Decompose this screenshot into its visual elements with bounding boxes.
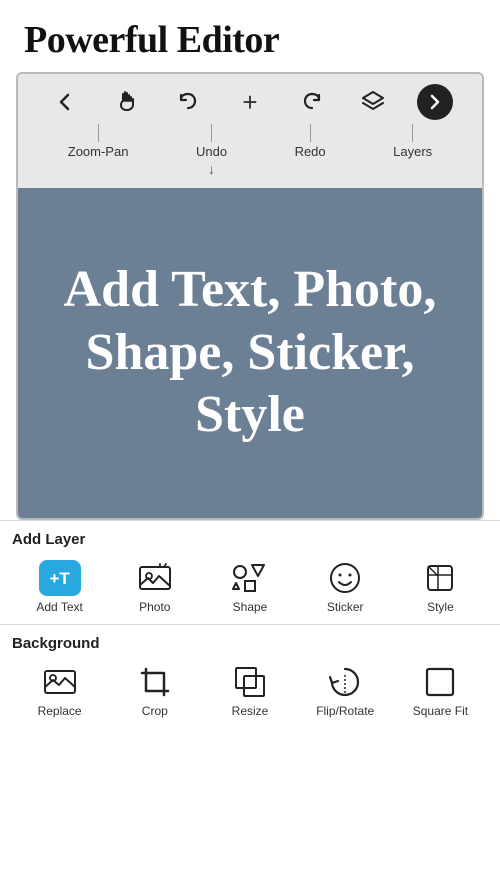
pan-icon[interactable] xyxy=(109,84,145,120)
square-fit-item[interactable]: Square Fit xyxy=(393,660,488,724)
resize-icon xyxy=(229,664,271,700)
shape-item[interactable]: Shape xyxy=(202,556,297,620)
add-text-item[interactable]: +T Add Text xyxy=(12,556,107,620)
style-item[interactable]: Style xyxy=(393,556,488,620)
square-fit-icon xyxy=(419,664,461,700)
crop-icon xyxy=(134,664,176,700)
sticker-item[interactable]: Sticker xyxy=(298,556,393,620)
resize-label: Resize xyxy=(232,704,269,718)
sticker-label: Sticker xyxy=(327,600,364,614)
flip-rotate-icon xyxy=(324,664,366,700)
back-icon[interactable] xyxy=(47,84,83,120)
next-button[interactable] xyxy=(417,84,453,120)
background-label: Background xyxy=(12,635,488,652)
crop-item[interactable]: Crop xyxy=(107,660,202,724)
layers-label-group: Layers xyxy=(393,124,432,159)
replace-label: Replace xyxy=(38,704,82,718)
photo-icon xyxy=(134,560,176,596)
style-icon xyxy=(419,560,461,596)
toolbar-labels: Zoom-Pan Undo ↓ Redo Layers xyxy=(18,124,482,184)
undo-label-group: Undo ↓ xyxy=(196,124,227,177)
background-section: Background Replace Crop R xyxy=(0,624,500,728)
photo-item[interactable]: Photo xyxy=(107,556,202,620)
replace-icon xyxy=(39,664,81,700)
resize-item[interactable]: Resize xyxy=(202,660,297,724)
undo-label: Undo xyxy=(196,144,227,159)
undo-arrow: ↓ xyxy=(208,161,215,177)
flip-rotate-item[interactable]: Flip/Rotate xyxy=(298,660,393,724)
redo-label: Redo xyxy=(295,144,326,159)
toolbar-icons: + xyxy=(18,80,482,124)
add-layer-label: Add Layer xyxy=(12,531,488,548)
bottom-panels: Add Layer +T Add Text Photo xyxy=(0,520,500,728)
toolbar: + Zoom-Pan Undo xyxy=(18,74,482,188)
redo-label-group: Redo xyxy=(295,124,326,159)
square-fit-label: Square Fit xyxy=(413,704,468,718)
style-label: Style xyxy=(427,600,454,614)
editor-container: + Zoom-Pan Undo xyxy=(16,72,484,520)
add-icon[interactable]: + xyxy=(232,84,268,120)
page-title: Powerful Editor xyxy=(0,0,500,72)
photo-label: Photo xyxy=(139,600,170,614)
zoom-pan-label-group: Zoom-Pan xyxy=(68,124,129,159)
zoom-pan-label: Zoom-Pan xyxy=(68,144,129,159)
layers-label: Layers xyxy=(393,144,432,159)
add-text-icon: +T xyxy=(39,560,81,596)
redo-icon[interactable] xyxy=(294,84,330,120)
canvas-text: Add Text, Photo, Shape, Sticker, Style xyxy=(18,249,482,456)
replace-item[interactable]: Replace xyxy=(12,660,107,724)
canvas-area: Add Text, Photo, Shape, Sticker, Style xyxy=(18,188,482,518)
shape-icon xyxy=(229,560,271,596)
undo-icon[interactable] xyxy=(170,84,206,120)
shape-label: Shape xyxy=(233,600,268,614)
add-layer-section: Add Layer +T Add Text Photo xyxy=(0,520,500,624)
layers-icon[interactable] xyxy=(355,84,391,120)
add-layer-items: +T Add Text Photo Shape xyxy=(12,556,488,620)
crop-label: Crop xyxy=(142,704,168,718)
add-text-label: Add Text xyxy=(36,600,82,614)
sticker-icon xyxy=(324,560,366,596)
background-items: Replace Crop Resize Fli xyxy=(12,660,488,724)
flip-rotate-label: Flip/Rotate xyxy=(316,704,374,718)
